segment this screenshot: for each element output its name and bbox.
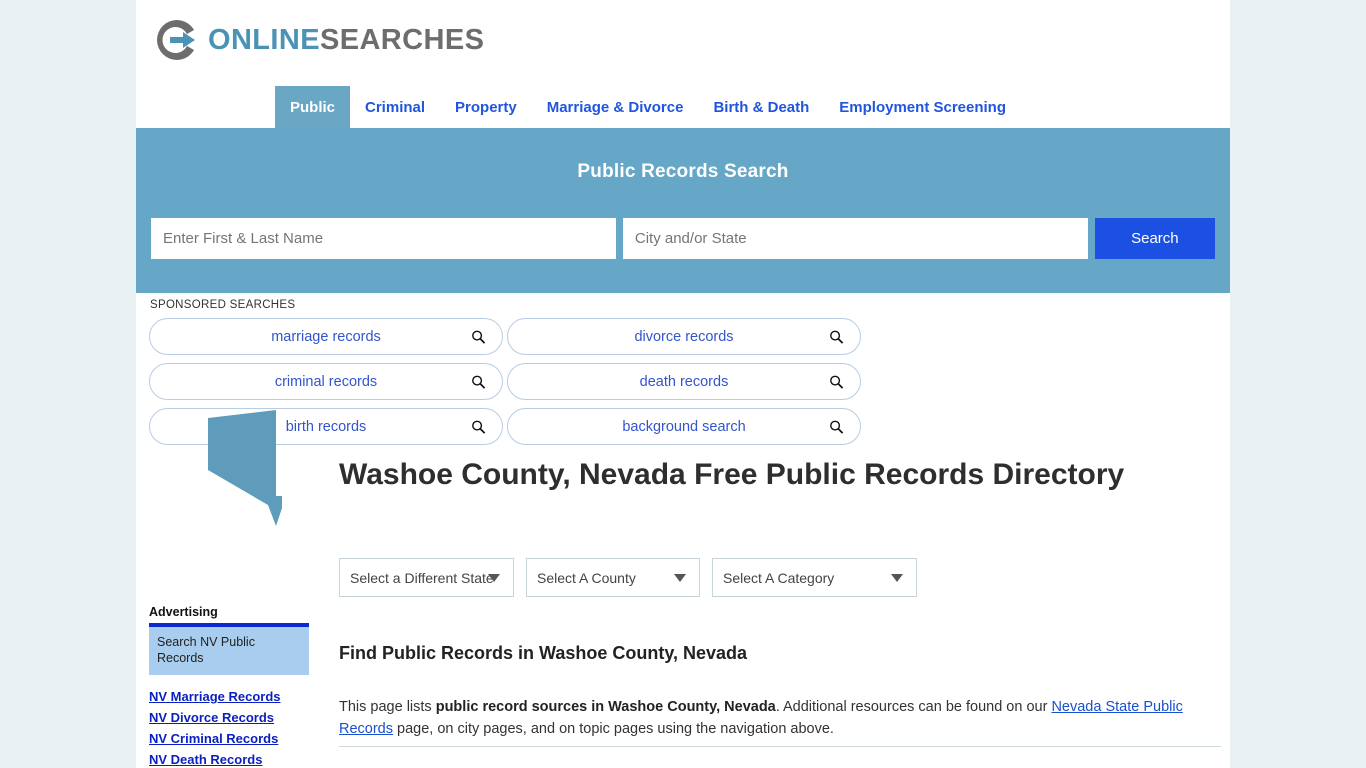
select-county-dropdown[interactable]: Select A County [526, 558, 700, 597]
nevada-state-shape-icon [208, 410, 282, 526]
filter-selectors: Select a Different State Select A County… [339, 558, 917, 597]
chevron-down-icon [488, 573, 500, 582]
city-state-search-input[interactable] [622, 218, 1088, 259]
search-icon [472, 375, 486, 389]
sponsored-pill-background-search[interactable]: background search [507, 408, 861, 445]
ad-promo-box[interactable]: Search NV Public Records [149, 623, 309, 675]
chevron-down-icon [674, 573, 686, 582]
select-category-label: Select A Category [723, 569, 835, 586]
search-icon [472, 420, 486, 434]
sponsored-pill-marriage-records[interactable]: marriage records [149, 318, 503, 355]
advertising-sidebar: Advertising Search NV Public Records NV … [149, 605, 309, 768]
paragraph-part-2: . Additional resources can be found on o… [775, 698, 1052, 715]
search-band-title: Public Records Search [577, 161, 789, 182]
select-category-dropdown[interactable]: Select A Category [712, 558, 917, 597]
site-logo[interactable]: ONLINESEARCHES [154, 17, 484, 63]
content-container: ONLINESEARCHES Public Criminal Property … [136, 0, 1230, 768]
main-paragraph: This page lists public record sources in… [339, 696, 1221, 740]
paragraph-part-1: This page lists [339, 698, 436, 715]
search-button[interactable]: Search [1094, 218, 1215, 259]
name-search-input[interactable] [151, 218, 616, 259]
sponsored-pill-label: background search [622, 418, 746, 435]
tab-marriage-divorce[interactable]: Marriage & Divorce [532, 86, 699, 128]
search-form: Search [151, 218, 1215, 259]
sidebar-link-list: NV Marriage Records NV Divorce Records N… [149, 689, 309, 768]
page-title: Washoe County, Nevada Free Public Record… [339, 458, 1125, 492]
section-divider [339, 746, 1221, 747]
tab-property[interactable]: Property [440, 86, 532, 128]
sponsored-pill-divorce-records[interactable]: divorce records [507, 318, 861, 355]
select-state-label: Select a Different State [350, 569, 494, 586]
ad-promo-text: Search NV Public Records [157, 635, 255, 665]
tab-birth-death[interactable]: Birth & Death [698, 86, 824, 128]
paragraph-part-3: page, on city pages, and on topic pages … [393, 720, 834, 737]
chevron-down-icon [891, 573, 903, 582]
tab-public[interactable]: Public [275, 86, 351, 128]
select-state-dropdown[interactable]: Select a Different State [339, 558, 514, 597]
search-icon [472, 330, 486, 344]
search-icon [830, 375, 844, 389]
sponsored-pill-label: marriage records [271, 328, 381, 345]
sponsored-pill-criminal-records[interactable]: criminal records [149, 363, 503, 400]
sidebar-link-nv-criminal-records[interactable]: NV Criminal Records [149, 731, 309, 746]
logo-text-searches: SEARCHES [319, 23, 485, 56]
search-icon [830, 330, 844, 344]
sponsored-pill-label: criminal records [274, 373, 378, 390]
public-records-search-band: Public Records Search Search [136, 128, 1230, 293]
sidebar-link-nv-divorce-records[interactable]: NV Divorce Records [149, 710, 309, 725]
sidebar-link-nv-death-records[interactable]: NV Death Records [149, 752, 309, 767]
tab-criminal[interactable]: Criminal [350, 86, 440, 128]
sponsored-pill-death-records[interactable]: death records [507, 363, 861, 400]
logo-text-online: ONLINE [208, 23, 320, 56]
page-root: ONLINESEARCHES Public Criminal Property … [0, 0, 1366, 768]
select-county-label: Select A County [537, 569, 636, 586]
online-searches-logo-icon [157, 20, 195, 60]
sponsored-pill-label: death records [639, 373, 729, 390]
sponsored-searches-label: SPONSORED SEARCHES [150, 299, 296, 311]
tab-employment-screening[interactable]: Employment Screening [824, 86, 1021, 128]
search-icon [830, 420, 844, 434]
sidebar-link-nv-marriage-records[interactable]: NV Marriage Records [149, 689, 309, 704]
advertising-heading: Advertising [149, 605, 218, 619]
main-navigation: Public Criminal Property Marriage & Divo… [136, 86, 1230, 128]
paragraph-bold-sources: public record sources in Washoe County, … [435, 698, 776, 715]
logo-wordmark: ONLINESEARCHES [208, 24, 484, 57]
main-section-heading: Find Public Records in Washoe County, Ne… [339, 642, 748, 663]
sponsored-pill-label: divorce records [634, 328, 734, 345]
